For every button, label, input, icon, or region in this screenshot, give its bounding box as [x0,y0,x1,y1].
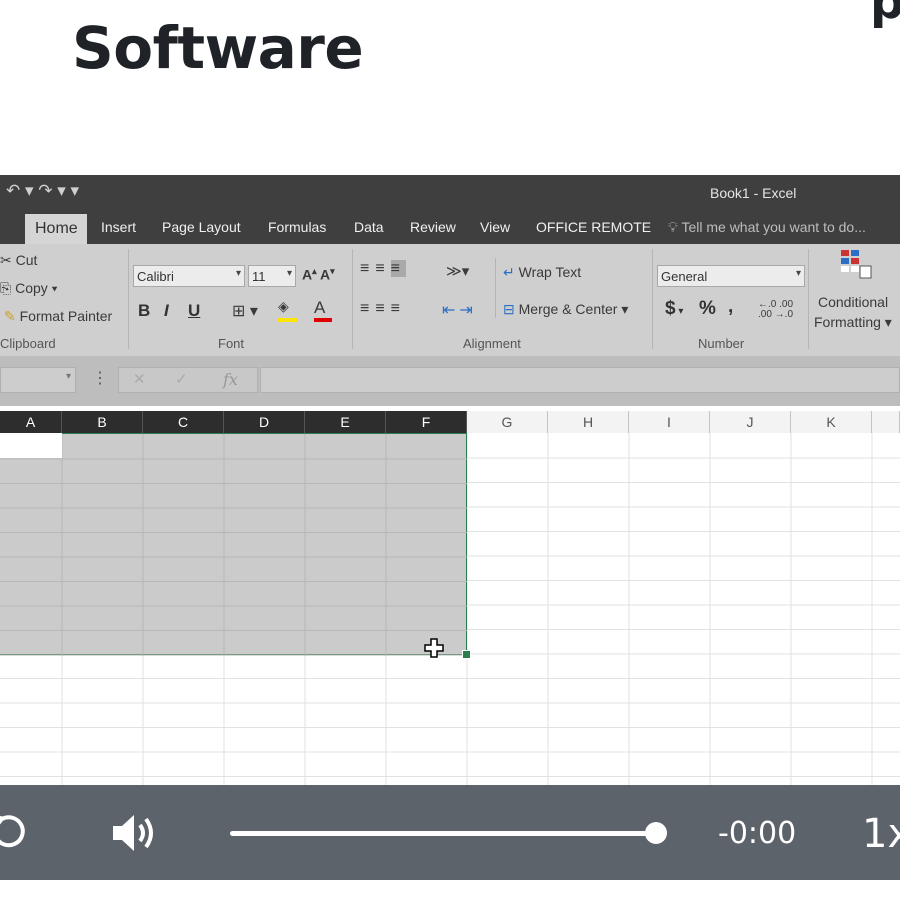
group-label-number: Number [698,336,745,351]
tab-data[interactable]: Data [354,219,384,235]
conditional-formatting-label1[interactable]: Conditional [818,294,888,310]
format-painter-button[interactable]: ✎ Format Painter [4,308,112,325]
font-size-select[interactable]: 11 ▾ [248,265,296,287]
title-overflow-glyph: p [870,0,900,30]
grow-font-button[interactable]: A▴ A▾ [302,266,335,283]
tell-me-search[interactable]: 💡︎ Tell me what you want to do... [668,219,866,236]
conditional-formatting-label2[interactable]: Formatting ▾ [814,314,892,331]
scissors-icon: ✂ [0,252,12,268]
column-header-i[interactable]: I [629,411,710,433]
borders-icon[interactable]: ⊞ ▾ [232,301,258,321]
divider [652,249,653,349]
vertical-align-icons[interactable]: ≡≡≡ [360,260,407,278]
group-label-clipboard: Clipboard [0,336,56,351]
column-header-k[interactable]: K [791,411,872,433]
cut-button[interactable]: ✂ Cut [0,252,37,269]
enter-icon: ✓ [175,371,188,388]
merge-center-button[interactable]: ⊟ Merge & Center ▾ [503,301,628,318]
horizontal-align-icons[interactable]: ≡≡≡ [360,300,406,318]
comma-button[interactable]: , [728,296,733,318]
tab-view[interactable]: View [480,219,510,235]
column-header-b[interactable]: B [62,411,143,433]
column-header-d[interactable]: D [224,411,305,433]
divider [352,249,353,349]
copy-button[interactable]: ⎘ Copy ▾ [0,280,58,297]
ribbon: ✂ Cut ⎘ Copy ▾ ✎ Format Painter Clipboar… [0,244,900,356]
tab-office-remote[interactable]: OFFICE REMOTE [536,219,651,235]
progress-thumb[interactable] [645,822,667,844]
column-header-overflow [872,411,900,433]
currency-button[interactable]: $ ▾ [665,298,683,320]
tab-label: Home [35,220,78,237]
progress-track[interactable] [230,831,656,836]
column-header-e[interactable]: E [305,411,386,433]
formula-input[interactable] [260,367,900,393]
divider [808,249,809,349]
tab-insert[interactable]: Insert [101,219,136,235]
insert-function-button[interactable]: fx [223,370,238,389]
paintbrush-icon: ✎ [4,308,16,324]
copy-icon: ⎘ [0,280,12,296]
divider [128,249,129,349]
page-title: Software [72,14,364,82]
lightbulb-icon: 💡︎ [668,219,678,235]
formula-buttons: ✕ ✓ fx [118,367,258,393]
number-format-select[interactable]: General ▾ [657,265,805,287]
italic-button[interactable]: I [164,301,169,321]
replay-icon[interactable] [0,811,32,855]
wrap-text-icon: ↵ [503,264,515,280]
cell-cursor-icon [424,638,444,658]
percent-button[interactable]: % [699,298,716,320]
window-title: Book1 - Excel [710,185,797,201]
underline-button[interactable]: U [188,301,200,321]
video-player[interactable]: ↶ ▾ ↷ ▾ ▾ Book1 - Excel Home Insert Page… [0,175,900,880]
group-label-font: Font [218,336,245,351]
name-box[interactable]: ▾ [0,367,76,393]
cancel-icon: ✕ [133,371,146,388]
active-cell[interactable] [0,433,62,458]
tab-formulas[interactable]: Formulas [268,219,326,235]
excel-titlebar: ↶ ▾ ↷ ▾ ▾ Book1 - Excel [0,175,900,211]
column-header-c[interactable]: C [143,411,224,433]
column-header-a[interactable]: A [0,411,62,433]
tab-review[interactable]: Review [410,219,456,235]
selected-range[interactable] [0,433,467,656]
column-header-g[interactable]: G [467,411,548,433]
tab-page-layout[interactable]: Page Layout [162,219,241,235]
column-header-h[interactable]: H [548,411,629,433]
divider [495,258,496,318]
column-header-j[interactable]: J [710,411,791,433]
time-display: -0:00 [718,816,797,851]
volume-icon[interactable] [110,812,160,854]
fill-handle[interactable] [462,650,471,659]
orientation-icon[interactable]: ≫▾ [446,262,469,280]
fill-color-icon[interactable]: ◈ [278,298,300,322]
tab-home[interactable]: Home [25,214,87,244]
font-color-icon[interactable]: A [314,298,332,322]
column-header-f[interactable]: F [386,411,467,433]
formula-bar-menu-icon[interactable]: ⋮ [92,368,108,388]
tell-me-text: Tell me what you want to do... [681,219,866,235]
decimal-icons[interactable]: ←.0 .00.00 →.0 [758,300,793,320]
playback-speed-button[interactable]: 1x [862,811,900,857]
edit-icon [0,0,16,8]
group-label-alignment: Alignment [463,336,521,351]
quick-access-toolbar[interactable]: ↶ ▾ ↷ ▾ ▾ [6,181,79,201]
indent-icons[interactable]: ⇤⇥ [442,300,477,320]
merge-icon: ⊟ [503,301,515,317]
conditional-formatting-icon[interactable] [840,248,872,280]
font-name-select[interactable]: Calibri ▾ [133,265,245,287]
wrap-text-button[interactable]: ↵ Wrap Text [503,264,581,281]
bold-button[interactable]: B [138,301,150,321]
